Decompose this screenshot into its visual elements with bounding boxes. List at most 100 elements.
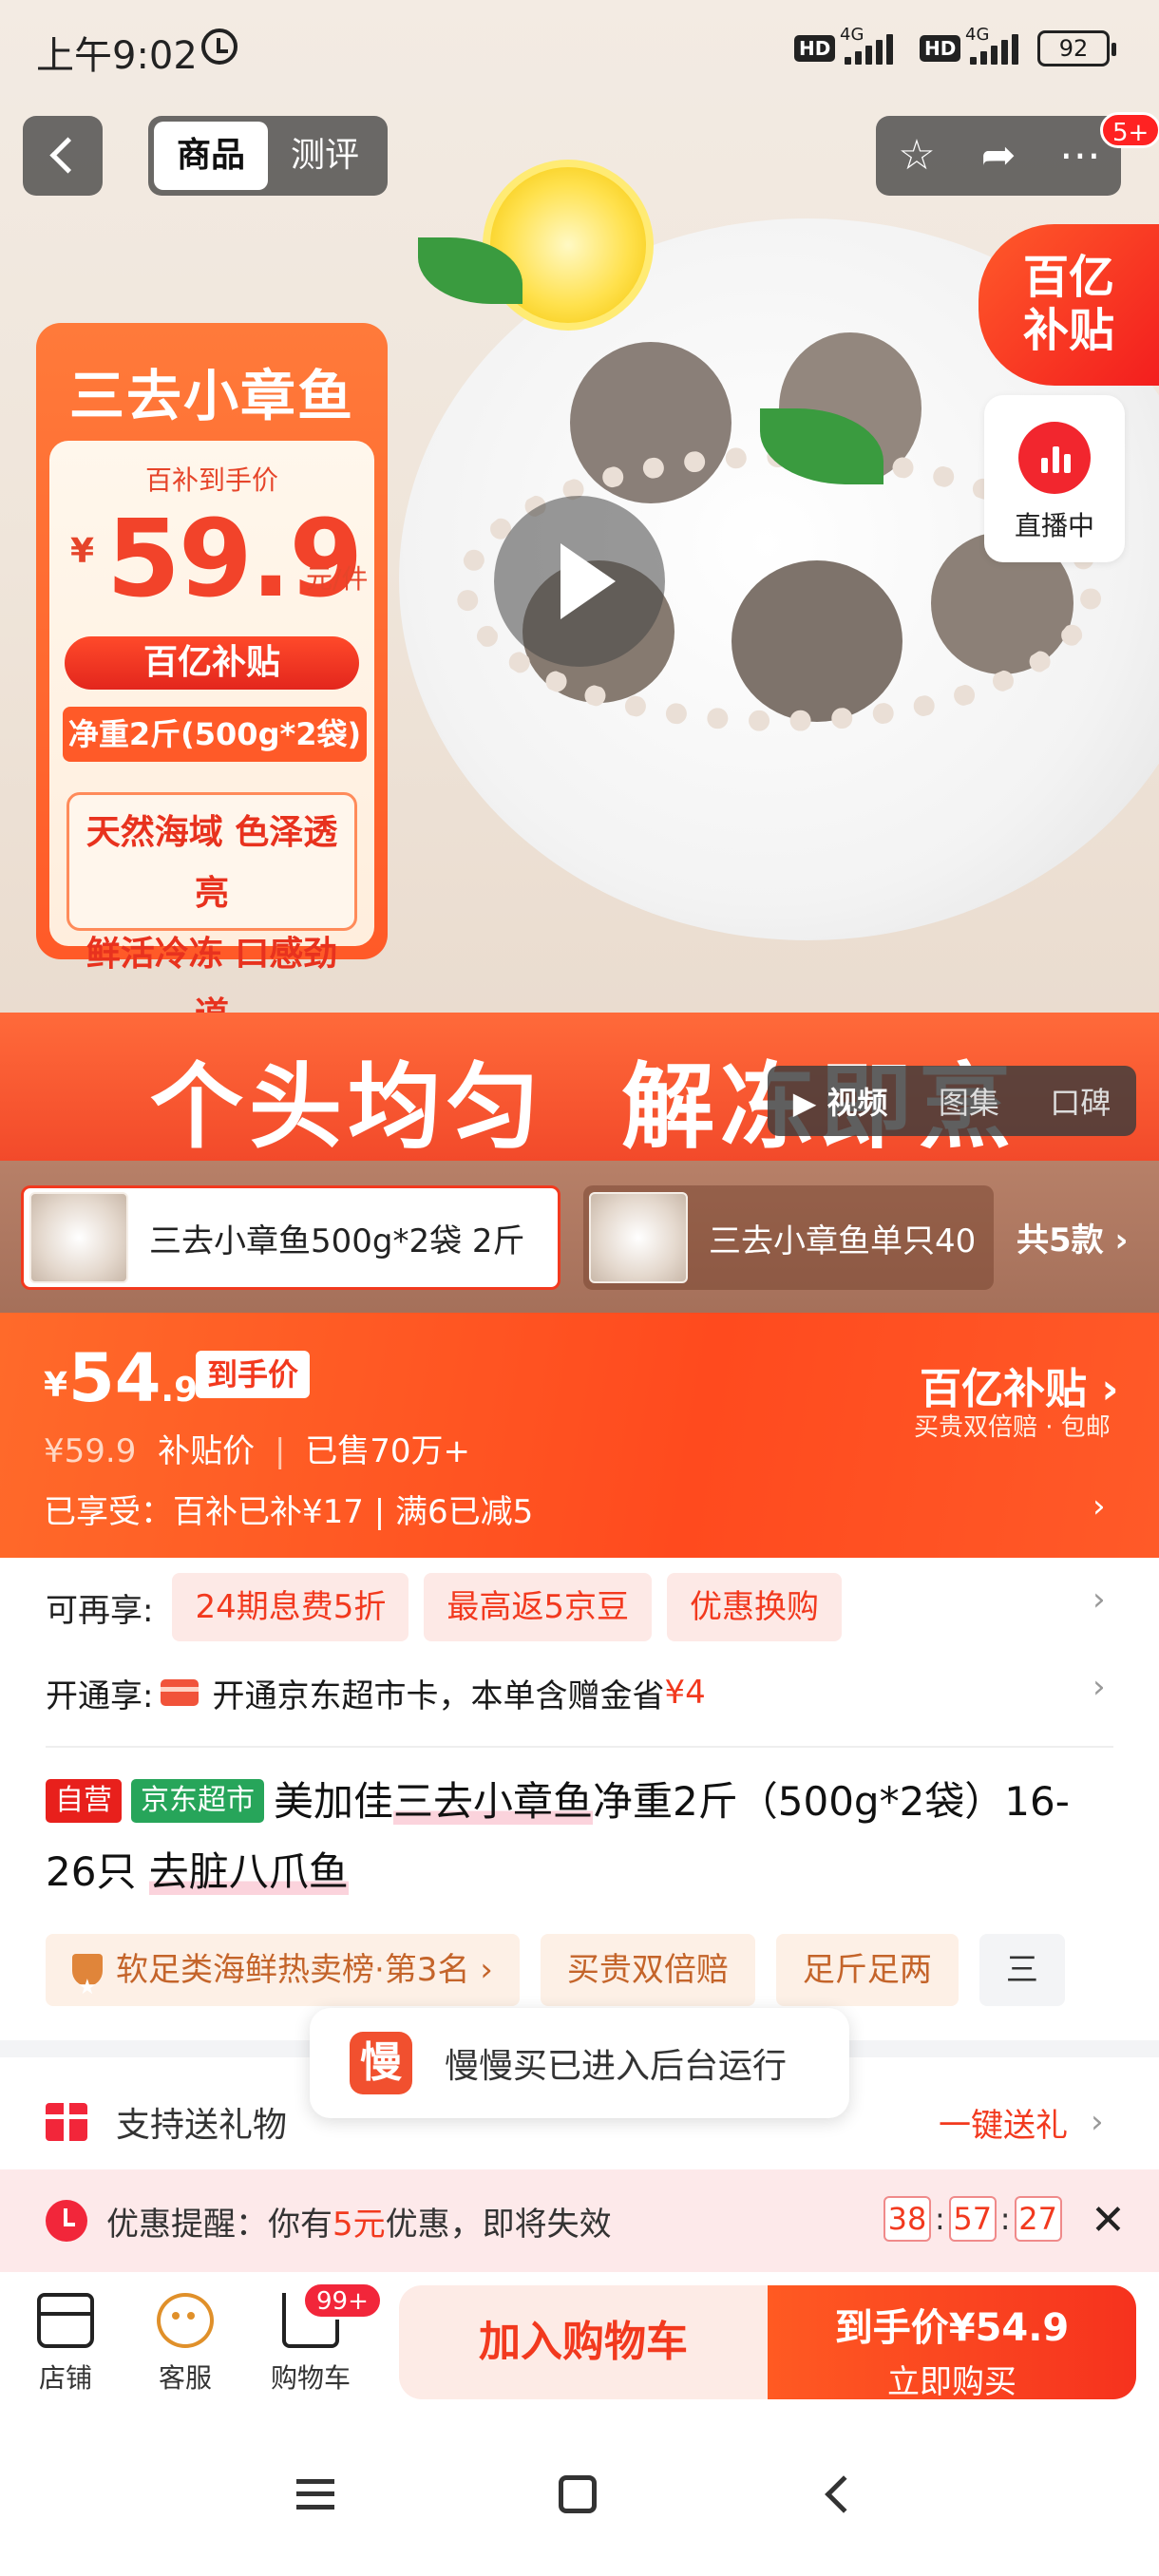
- benefit-chip[interactable]: 24期息费5折: [172, 1573, 409, 1641]
- signal-icon: HD 4G: [920, 25, 1019, 65]
- alarm-icon: [201, 28, 238, 65]
- benefits-label: 可再享:: [46, 1591, 154, 1630]
- add-to-cart-button[interactable]: 加入购物车: [399, 2285, 768, 2399]
- top-actions: ☆ ➦ ⋯: [876, 116, 1121, 196]
- bottom-action-bar: 店铺 客服 购物车 99+ 加入购物车 到手价¥54.9 立即购买: [0, 2272, 1159, 2415]
- open-card-text: 开通京东超市卡，本单含赠金省: [212, 1676, 665, 1715]
- media-tab-video[interactable]: ▶ 视频: [793, 1079, 888, 1123]
- cart-badge: 99+: [302, 2282, 383, 2320]
- ranking-tag[interactable]: 软足类海鲜热卖榜·第3名 ›: [46, 1934, 520, 2006]
- promo-price-label: 百补到手价: [144, 464, 278, 496]
- orig-price: ¥59.9: [44, 1432, 137, 1470]
- media-tab-gallery[interactable]: 图集: [939, 1079, 999, 1123]
- promo-subsidy-pill: 百亿补贴: [65, 636, 359, 690]
- signal-icon: HD 4G: [794, 25, 894, 65]
- orig-price-label: 补贴价: [158, 1432, 256, 1470]
- subsidy-corner-badge[interactable]: 百亿 补贴: [978, 224, 1159, 386]
- title-highlight: 三去小章鱼: [393, 1778, 594, 1825]
- price-currency: ¥: [44, 1366, 68, 1405]
- final-price-decimal: .9: [161, 1371, 199, 1410]
- status-bar: 上午9:02 HD 4G HD 4G 92: [0, 0, 1159, 95]
- live-icon: [1018, 422, 1091, 494]
- service-label: 客服: [158, 2362, 212, 2394]
- live-button[interactable]: 直播中: [984, 395, 1125, 562]
- share-icon[interactable]: ➦: [972, 129, 1025, 182]
- open-card-row[interactable]: 开通享: 开通京东超市卡，本单含赠金省 ¥4: [46, 1664, 1129, 1721]
- discount-enjoyed[interactable]: 已享受：百补已补¥17 | 满6已减5: [44, 1486, 533, 1532]
- store-icon: [37, 2293, 94, 2348]
- gift-text: 支持送礼物: [116, 2106, 288, 2145]
- chevron-right-icon[interactable]: ›: [1092, 1487, 1106, 1525]
- message-badge: 5+: [1100, 112, 1159, 148]
- product-title: 自营 京东超市 美加佳三去小章鱼净重2斤（500g*2袋）16-26只 去脏八爪鱼: [46, 1767, 1119, 1907]
- subsidy-brand-note: 买贵双倍赔 · 包邮: [914, 1413, 1111, 1442]
- countdown: 38: 57: 27: [884, 2196, 1062, 2242]
- open-card-amount: ¥4: [664, 1674, 706, 1712]
- self-operated-tag: 自营: [46, 1779, 122, 1823]
- final-price-tag: 到手价: [196, 1351, 311, 1398]
- product-hero[interactable]: 上午9:02 HD 4G HD 4G 92 商品 测评 ☆ ➦ ⋯ 5+ 百亿 …: [0, 0, 1159, 1016]
- guarantee-tag[interactable]: 买贵双倍赔: [540, 1934, 755, 2006]
- more-tag[interactable]: 三: [978, 1934, 1065, 2006]
- promo-card: 三去小章鱼 百补到手价 ¥ 59.9 元/件 百亿补贴 净重2斤(500g*2袋…: [36, 323, 388, 1016]
- medal-icon: [72, 1952, 103, 2006]
- close-icon[interactable]: ✕: [1091, 2196, 1126, 2245]
- divider: [46, 1746, 1113, 1748]
- benefit-chip[interactable]: 优惠换购: [667, 1573, 843, 1641]
- variant-thumbnail: [29, 1192, 128, 1283]
- star-icon[interactable]: ☆: [890, 129, 943, 182]
- tab-review[interactable]: 测评: [268, 122, 382, 190]
- back-button[interactable]: [23, 116, 103, 196]
- open-card-label: 开通享:: [46, 1676, 154, 1715]
- variant-name: 三去小章鱼500g*2袋 2斤: [149, 1222, 525, 1260]
- toast-message: 慢慢买已进入后台运行: [445, 2047, 788, 2086]
- lemon-garnish: [483, 160, 654, 331]
- battery-icon: 92: [1037, 30, 1116, 66]
- variant-option[interactable]: 三去小章鱼单只40: [583, 1185, 994, 1290]
- service-button[interactable]: 客服: [133, 2293, 238, 2396]
- countdown-hours: 38: [884, 2196, 931, 2242]
- chevron-right-icon[interactable]: ›: [1092, 1668, 1106, 1706]
- live-label: 直播中: [1014, 510, 1094, 541]
- promo-net-weight: 净重2斤(500g*2袋): [63, 707, 367, 762]
- media-tab-reviews[interactable]: 口碑: [1050, 1079, 1111, 1123]
- tab-product[interactable]: 商品: [154, 122, 268, 190]
- weight-tag[interactable]: 足斤足两: [775, 1934, 959, 2006]
- reminder-text: 优惠提醒：你有5元优惠，即将失效: [106, 2198, 612, 2245]
- cart-label: 购物车: [270, 2362, 351, 2394]
- promo-feature-line: 鲜活冷冻 口感劲道: [86, 935, 338, 1016]
- store-button[interactable]: 店铺: [13, 2293, 118, 2396]
- extra-benefits-row[interactable]: 可再享: 24期息费5折 最高返5京豆 优惠换购: [46, 1569, 1129, 1645]
- variant-thumbnail: [589, 1192, 688, 1283]
- promo-title: 三去小章鱼: [68, 364, 354, 428]
- hd-label: HD: [794, 35, 836, 62]
- variant-count-link[interactable]: 共5款 ›: [1016, 1214, 1129, 1260]
- network-label: 4G: [840, 25, 864, 45]
- discount-reminder[interactable]: 优惠提醒：你有5元优惠，即将失效 38: 57: 27 ✕: [0, 2169, 1159, 2272]
- variant-selector: 三去小章鱼500g*2袋 2斤 三去小章鱼单只40 共5款 ›: [0, 1161, 1159, 1313]
- hd-label: HD: [920, 35, 961, 62]
- send-gift-link[interactable]: 一键送礼: [939, 2099, 1068, 2146]
- buy-now-button[interactable]: 到手价¥54.9 立即购买: [768, 2285, 1136, 2401]
- play-video-icon[interactable]: [494, 496, 665, 667]
- more-icon[interactable]: ⋯: [1054, 129, 1107, 182]
- subsidy-brand-link[interactable]: 百亿补贴 ›: [920, 1354, 1118, 1415]
- benefit-chip[interactable]: 最高返5京豆: [424, 1573, 653, 1641]
- countdown-minutes: 57: [948, 2196, 997, 2242]
- gift-icon: [46, 2103, 87, 2141]
- reminder-suffix: 优惠，即将失效: [385, 2205, 612, 2244]
- variant-option-selected[interactable]: 三去小章鱼500g*2袋 2斤: [21, 1185, 560, 1290]
- reminder-amount: 5元: [332, 2205, 386, 2244]
- home-icon[interactable]: [559, 2475, 597, 2513]
- recent-apps-icon[interactable]: [296, 2479, 334, 2510]
- chevron-right-icon[interactable]: ›: [1091, 2103, 1104, 2141]
- countdown-seconds: 27: [1014, 2196, 1062, 2242]
- chevron-right-icon[interactable]: ›: [1092, 1581, 1106, 1619]
- final-price-int: 54: [68, 1339, 162, 1417]
- buy-now-label: 立即购买: [887, 2363, 1016, 2401]
- status-time: 上午9:02: [36, 34, 198, 78]
- title-text: 美加佳: [274, 1778, 394, 1825]
- system-back-icon[interactable]: [825, 2475, 863, 2513]
- promo-price-panel: 百补到手价 ¥ 59.9 元/件 百亿补贴 净重2斤(500g*2袋) 天然海域…: [49, 441, 374, 1016]
- top-tab-switch[interactable]: 商品 测评: [148, 116, 388, 196]
